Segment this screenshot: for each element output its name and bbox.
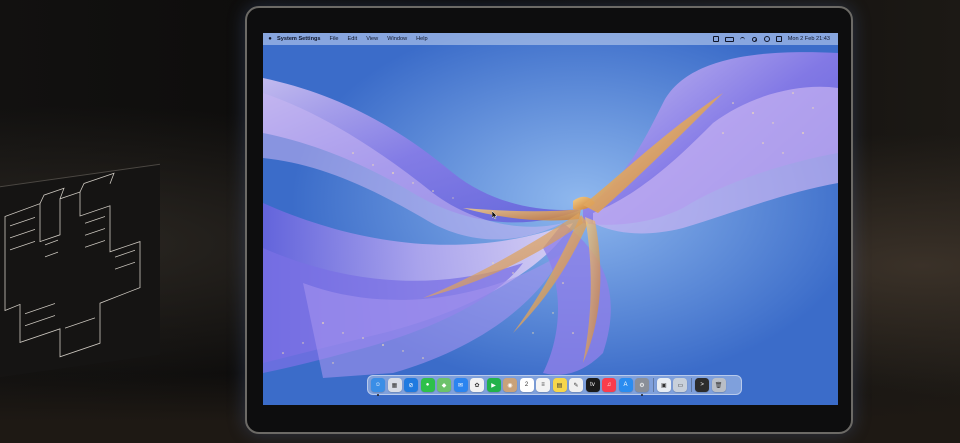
freeform-icon[interactable]: ✎ <box>569 378 583 392</box>
dock-separator <box>652 378 654 392</box>
reminders-icon[interactable]: ≡ <box>536 378 550 392</box>
app-store-icon[interactable]: A <box>618 378 633 392</box>
contacts-icon[interactable]: ◉ <box>503 378 517 392</box>
menu-window[interactable]: Window <box>387 36 407 42</box>
wifi-icon[interactable] <box>740 36 746 42</box>
menu-view[interactable]: View <box>366 36 378 42</box>
status-area: Mon 2 Feb 21:43 <box>712 36 838 42</box>
menu-bar: ● System Settings File Edit View Window … <box>263 33 838 45</box>
menu-clock[interactable]: Mon 2 Feb 21:43 <box>788 36 830 42</box>
app-menu[interactable]: System Settings <box>277 36 321 42</box>
system-settings-icon[interactable]: ⚙ <box>635 378 649 396</box>
terminal-icon[interactable]: > <box>695 378 710 392</box>
mouse-pointer-icon <box>492 211 498 220</box>
battery-icon[interactable] <box>724 36 734 42</box>
trash-icon[interactable]: 🗑 <box>711 378 726 392</box>
preview-icon[interactable]: ▣ <box>656 378 671 392</box>
photos-icon[interactable]: ✿ <box>470 378 484 392</box>
calendar-icon[interactable]: 2 <box>519 378 534 392</box>
screen-mirroring-icon[interactable] <box>712 36 719 42</box>
box-with-city-art <box>0 163 160 378</box>
image-capture-icon[interactable]: ▭ <box>673 378 688 392</box>
launchpad-icon[interactable]: ▦ <box>387 378 402 392</box>
dock-separator <box>690 378 692 392</box>
mail-icon[interactable]: ✉ <box>453 378 468 392</box>
menu-file[interactable]: File <box>330 36 339 42</box>
maps-icon[interactable]: ◆ <box>437 378 451 392</box>
menu-edit[interactable]: Edit <box>348 36 358 42</box>
menu-help[interactable]: Help <box>416 36 428 42</box>
apple-menu-icon[interactable]: ● <box>263 36 277 42</box>
music-icon[interactable]: ♫ <box>602 378 616 392</box>
dock: ☺ ▦ ⊘ ● ◆ ✉ ✿ ▶ ◉ 2 ≡ ▤ ✎ tv ♫ A ⚙ ▣ ▭ > 🗑 <box>367 375 742 396</box>
siri-icon[interactable] <box>775 36 782 42</box>
safari-icon[interactable]: ⊘ <box>404 378 418 392</box>
facetime-icon[interactable]: ▶ <box>486 378 501 392</box>
desktop-screen[interactable]: ● System Settings File Edit View Window … <box>263 33 838 405</box>
notes-icon[interactable]: ▤ <box>552 378 567 392</box>
messages-icon[interactable]: ● <box>420 378 435 392</box>
spotlight-search-icon[interactable] <box>751 36 758 42</box>
control-center-icon[interactable] <box>763 36 770 42</box>
phoenix-wallpaper <box>263 33 838 405</box>
apple-tv-icon[interactable]: tv <box>585 378 600 392</box>
finder-icon[interactable]: ☺ <box>371 378 385 396</box>
